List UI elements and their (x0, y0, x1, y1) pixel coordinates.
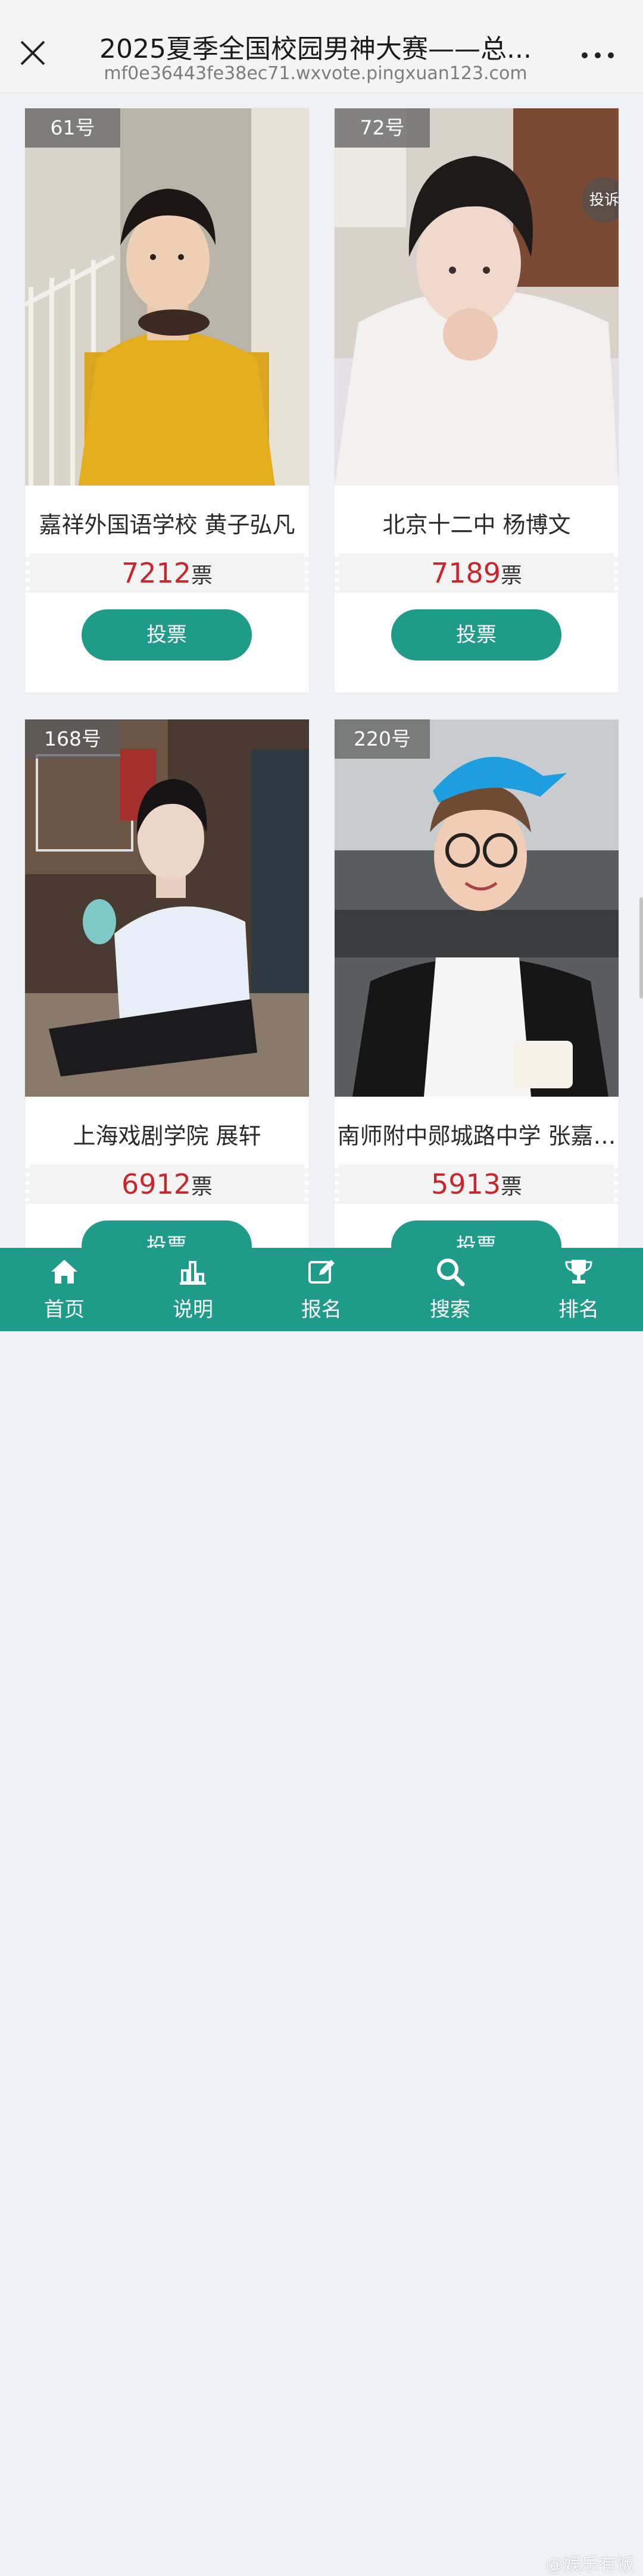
candidate-name: 嘉祥外国语学校 黄子弘凡 (39, 512, 295, 538)
vote-unit: 票 (501, 1175, 523, 1199)
candidate-name: 上海戏剧学院 展轩 (73, 1123, 261, 1149)
candidate-photo[interactable]: 168号 (25, 719, 309, 1097)
candidate-photo[interactable]: 61号 (25, 108, 309, 486)
vote-count-row: 7189票 (335, 553, 619, 593)
candidate-number: 220号 (335, 719, 430, 759)
candidate-number: 168号 (25, 719, 120, 759)
nav-item-home[interactable]: 首页 (20, 1248, 109, 1331)
candidate-name: 南师附中郧城路中学 张嘉… (337, 1123, 616, 1149)
search-icon (437, 1259, 465, 1287)
trophy-icon (565, 1260, 592, 1284)
vote-button[interactable]: 投票 (391, 609, 561, 661)
vote-count: 7212 (121, 557, 192, 589)
vote-count-row: 5913票 (335, 1165, 619, 1204)
nav-item-ranking[interactable]: 排名 (534, 1248, 623, 1331)
candidate-name: 北京十二中 杨博文 (382, 512, 571, 538)
vote-count: 6912 (121, 1168, 192, 1200)
candidate-card: 168号 上海戏剧学院 展轩 6912票 投票 (25, 719, 309, 1304)
nav-item-signup[interactable]: 报名 (277, 1248, 366, 1331)
bar-chart-icon (180, 1261, 206, 1285)
watermark-text: @娱乐有饭 (545, 2555, 635, 2575)
scrollbar-thumb[interactable] (639, 897, 643, 999)
candidate-photo[interactable]: 72号 投诉 (335, 108, 619, 486)
vote-unit: 票 (501, 564, 523, 588)
nav-label: 搜索 (430, 1298, 470, 1322)
vote-button[interactable]: 投票 (82, 609, 252, 661)
nav-label: 报名 (301, 1298, 342, 1322)
vote-count-row: 6912票 (25, 1165, 309, 1204)
nav-label: 首页 (44, 1298, 85, 1322)
more-options-icon[interactable] (580, 46, 616, 64)
top-bar: 2025夏季全国校园男神大赛——总... mf0e36443fe38ec71.w… (0, 0, 643, 93)
page-url: mf0e36443fe38ec71.wxvote.pingxuan123.com (104, 63, 527, 84)
edit-icon (308, 1260, 335, 1284)
vote-count-row: 7212票 (25, 553, 309, 593)
home-icon (51, 1260, 77, 1284)
candidate-number: 72号 (335, 108, 430, 148)
vote-unit: 票 (191, 1175, 213, 1199)
vote-unit: 票 (191, 564, 213, 588)
bottom-nav: 首页 说明 报名 搜索 排名 @娱乐有饭 (0, 1248, 643, 2575)
candidate-card: 61号 嘉祥外国语学校 黄子弘凡 7212票 投票 (25, 108, 309, 693)
candidate-photo[interactable]: 220号 (335, 719, 619, 1097)
candidate-card: 220号 南师附中郧城路中学 张嘉… 5913票 投票 (335, 719, 619, 1304)
page-title: 2025夏季全国校园男神大赛——总... (99, 34, 532, 64)
close-icon[interactable] (17, 37, 49, 69)
vote-count: 7189 (430, 557, 501, 589)
candidate-card: 72号 投诉 北京十二中 杨博文 7189票 投票 (335, 108, 619, 693)
candidate-number: 61号 (25, 108, 120, 148)
nav-item-description[interactable]: 说明 (148, 1248, 238, 1331)
nav-item-search[interactable]: 搜索 (405, 1248, 495, 1331)
vote-count: 5913 (430, 1168, 501, 1200)
nav-label: 排名 (558, 1298, 599, 1322)
nav-label: 说明 (173, 1298, 213, 1322)
